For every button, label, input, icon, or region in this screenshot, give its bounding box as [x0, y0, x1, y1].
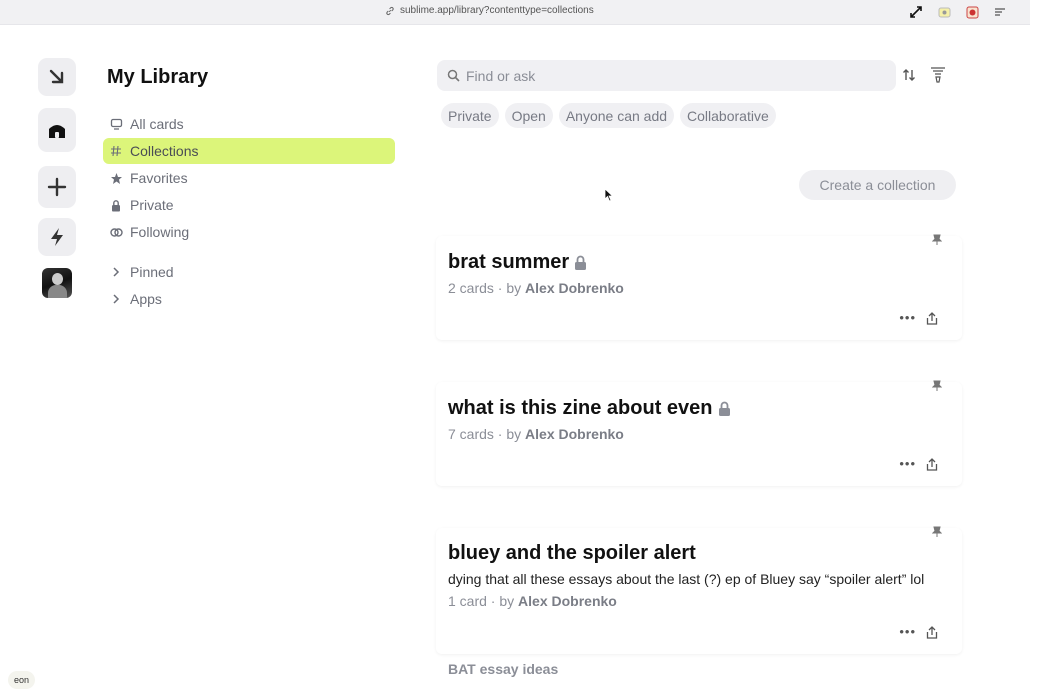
lightning-icon [51, 228, 63, 246]
sidebar-item-favorites[interactable]: Favorites [103, 165, 395, 191]
collection-title[interactable]: bluey and the spoiler alert [448, 542, 696, 565]
sidebar-item-apps[interactable]: Apps [103, 286, 395, 312]
sidebar-item-label: Collections [130, 143, 199, 159]
share-icon[interactable] [926, 458, 938, 471]
sidebar-item-following[interactable]: Following [103, 219, 395, 245]
lock-icon [109, 198, 123, 212]
search-input[interactable]: Find or ask [437, 60, 896, 91]
pin-icon[interactable] [932, 234, 942, 246]
lightning-button[interactable] [38, 218, 76, 256]
filter-icon[interactable] [930, 66, 946, 89]
avatar[interactable] [42, 268, 72, 298]
star-icon [109, 171, 123, 185]
extension-icon-1[interactable] [936, 4, 952, 20]
plus-icon [47, 177, 67, 197]
lock-icon [718, 401, 730, 416]
reader-icon[interactable] [992, 4, 1008, 20]
library-nav: All cards Collections Favorites Private … [103, 111, 395, 313]
sidebar-item-label: Pinned [130, 264, 174, 280]
more-options-icon[interactable]: ••• [899, 456, 916, 471]
url-text: sublime.app/library?contenttype=collecti… [400, 5, 594, 16]
author-link[interactable]: Alex Dobrenko [525, 426, 624, 442]
sidebar-item-private[interactable]: Private [103, 192, 395, 218]
sidebar-item-collections[interactable]: Collections [103, 138, 395, 164]
card-count: 2 cards · by [448, 280, 526, 296]
share-icon[interactable] [926, 312, 938, 325]
sidebar-item-label: Private [130, 197, 174, 213]
chip-private[interactable]: Private [441, 103, 499, 128]
home-button[interactable] [38, 108, 76, 152]
more-options-icon[interactable]: ••• [899, 624, 916, 639]
search-icon [447, 69, 460, 82]
collection-title-text: what is this zine about even [448, 397, 713, 419]
pin-icon[interactable] [932, 380, 942, 392]
cards-icon [109, 117, 123, 131]
collection-title[interactable]: BAT essay ideas [448, 661, 558, 677]
collection-title[interactable]: what is this zine about even [448, 397, 731, 420]
collection-card[interactable]: brat summer 2 cards · by Alex Dobrenko •… [436, 234, 962, 340]
collapse-button[interactable] [38, 58, 76, 96]
extension-badge[interactable]: eon [8, 671, 36, 689]
link-icon [386, 6, 394, 15]
author-link[interactable]: Alex Dobrenko [518, 593, 617, 609]
url-display[interactable]: sublime.app/library?contenttype=collecti… [385, 5, 594, 16]
hash-icon [109, 144, 123, 158]
collection-title-text: bluey and the spoiler alert [448, 542, 696, 564]
app-rail [38, 58, 78, 298]
search-placeholder: Find or ask [466, 67, 536, 84]
share-icon[interactable] [926, 626, 938, 639]
extension-icon-2[interactable] [964, 4, 980, 20]
filter-chips: Private Open Anyone can add Collaborativ… [441, 103, 776, 128]
card-count: 1 card · by [448, 593, 519, 609]
home-icon [49, 125, 65, 138]
lock-icon [575, 255, 587, 270]
sidebar-item-label: Favorites [130, 170, 188, 186]
author-link[interactable]: Alex Dobrenko [525, 280, 624, 296]
sidebar-item-label: Following [130, 224, 190, 240]
chip-anyone-can-add[interactable]: Anyone can add [558, 103, 675, 128]
collection-title[interactable]: brat summer [448, 251, 587, 274]
following-icon [109, 225, 123, 239]
card-count: 7 cards · by [448, 426, 526, 442]
collection-meta: 1 card · by Alex Dobrenko [448, 593, 617, 609]
sidebar-item-label: Apps [130, 291, 162, 307]
page-title: My Library [107, 66, 209, 88]
sidebar-item-label: All cards [130, 116, 184, 132]
pin-icon[interactable] [932, 526, 942, 538]
collection-card[interactable]: what is this zine about even 7 cards · b… [436, 380, 962, 486]
collection-description: dying that all these essays about the la… [448, 571, 925, 587]
chevron-right-icon [109, 265, 123, 279]
chip-open[interactable]: Open [504, 103, 553, 128]
chevron-right-icon [109, 292, 123, 306]
mouse-cursor-icon [604, 188, 614, 202]
browser-url-bar: sublime.app/library?contenttype=collecti… [0, 0, 1030, 25]
add-button[interactable] [38, 166, 76, 208]
sidebar-item-pinned[interactable]: Pinned [103, 259, 395, 285]
collection-meta: 2 cards · by Alex Dobrenko [448, 280, 624, 296]
sidebar-item-all-cards[interactable]: All cards [103, 111, 395, 137]
more-options-icon[interactable]: ••• [899, 310, 916, 325]
arrow-down-right-icon [49, 69, 64, 84]
collection-title-text: brat summer [448, 251, 570, 273]
collection-meta: 7 cards · by Alex Dobrenko [448, 426, 624, 442]
create-collection-button[interactable]: Create a collection [799, 170, 956, 200]
sort-icon[interactable] [902, 68, 916, 87]
expand-icon[interactable] [908, 4, 924, 20]
chip-collaborative[interactable]: Collaborative [680, 103, 776, 128]
collection-card[interactable]: bluey and the spoiler alert dying that a… [436, 526, 962, 654]
